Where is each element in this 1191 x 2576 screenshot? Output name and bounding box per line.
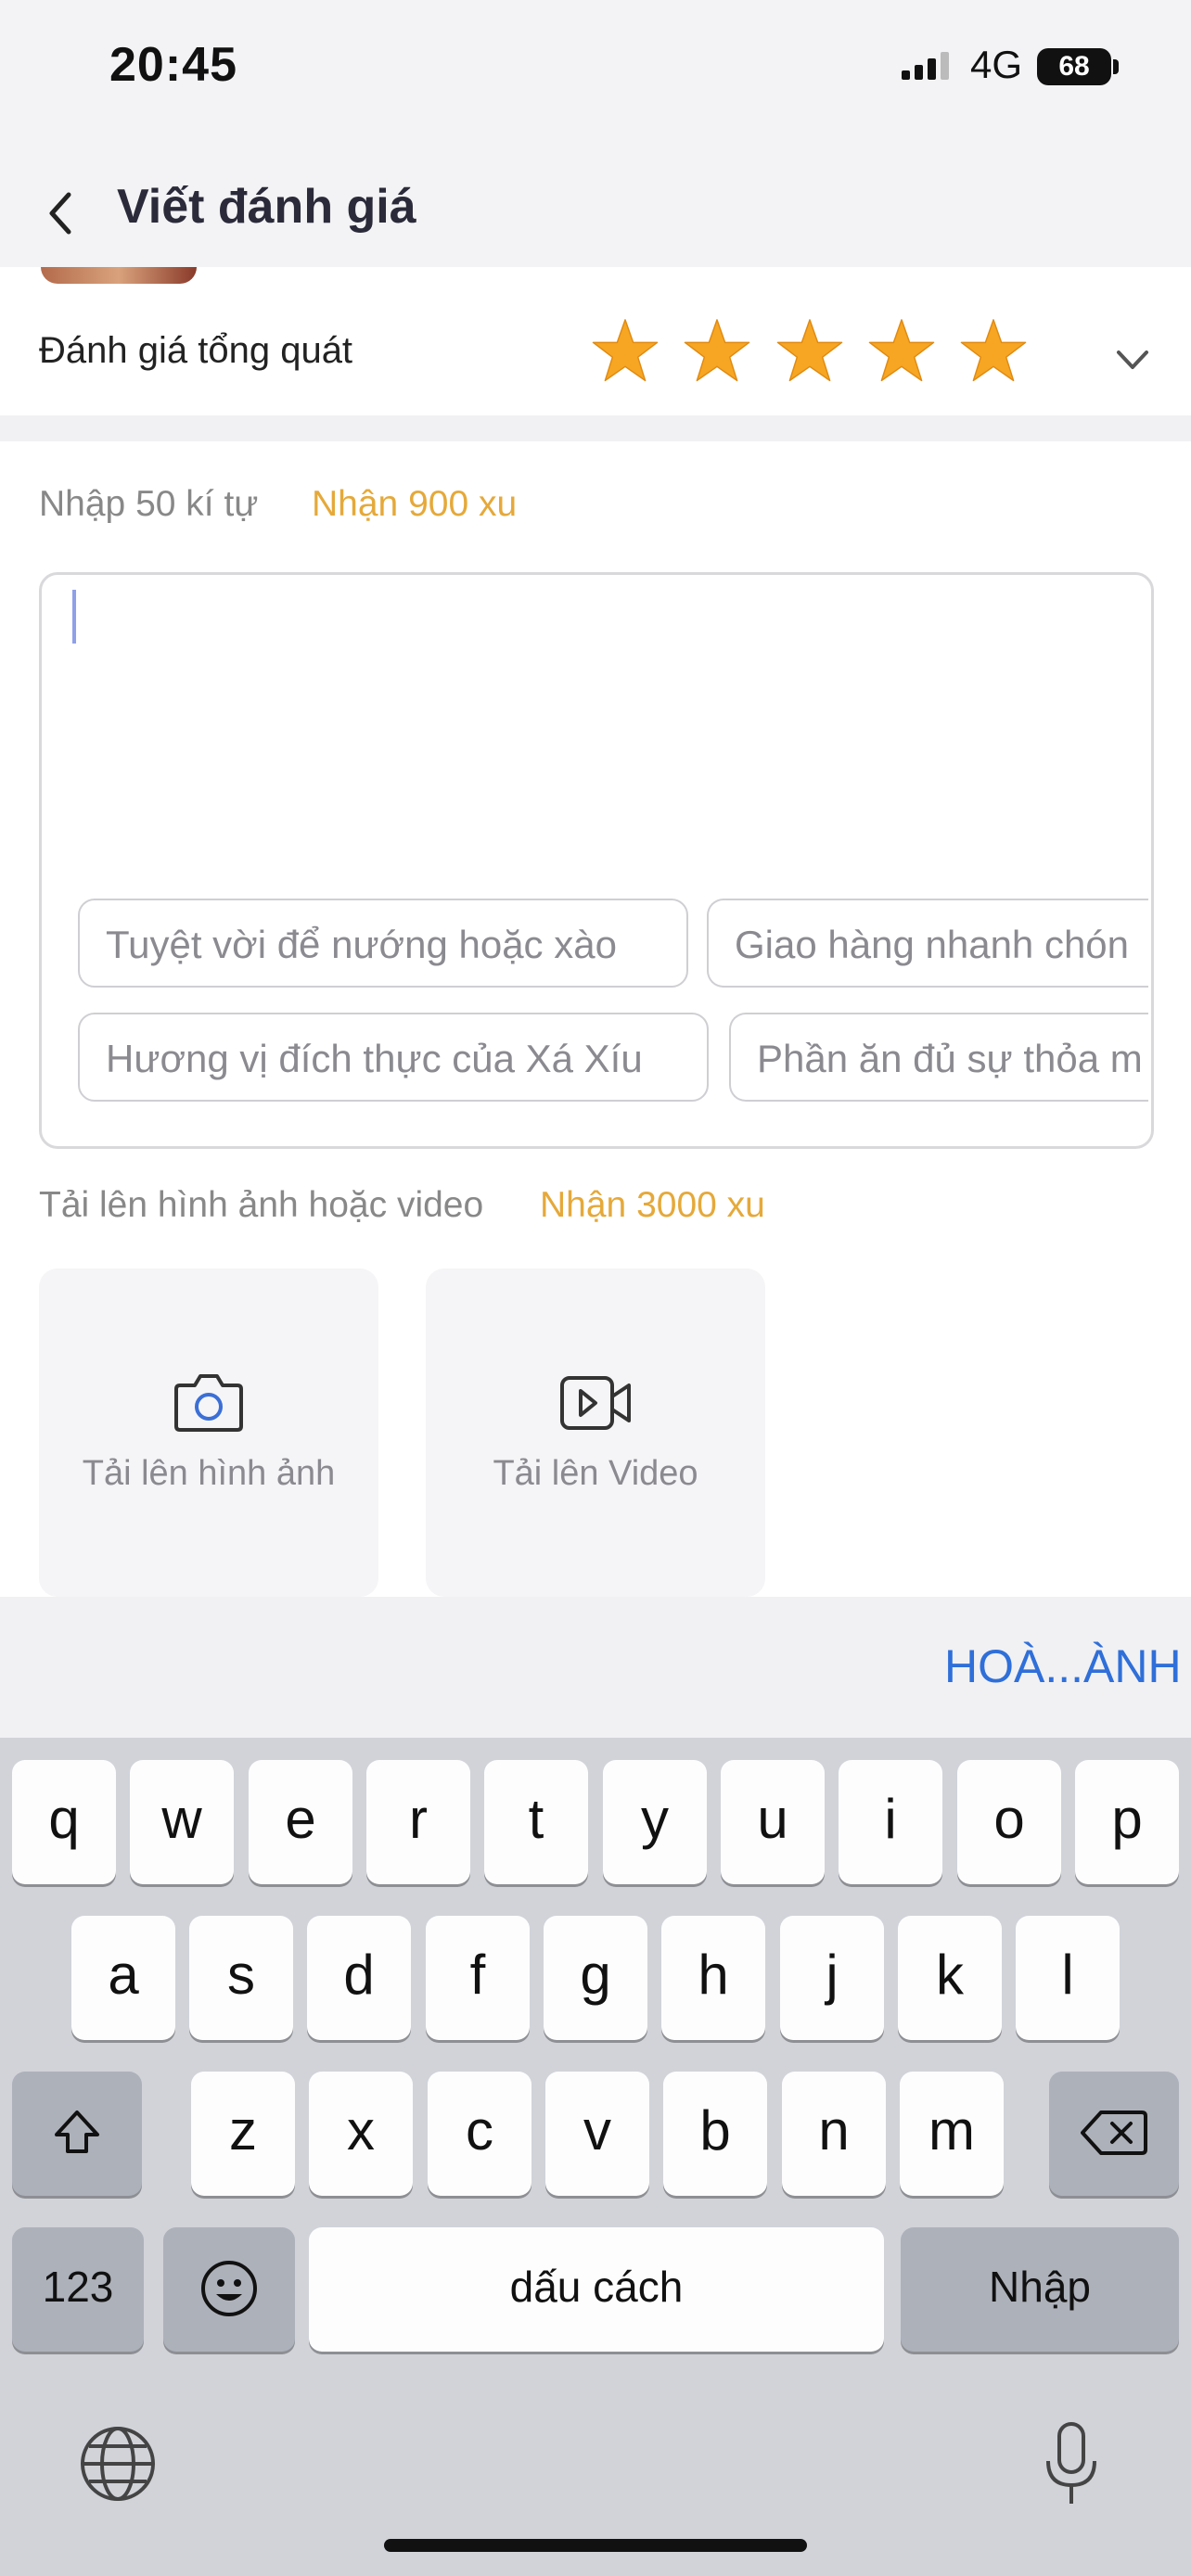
camera-icon (174, 1374, 243, 1432)
star-icon[interactable] (776, 317, 843, 384)
suggestion-chip[interactable]: Hương vị đích thực của Xá Xíu (78, 1013, 709, 1102)
return-key[interactable]: Nhập (901, 2227, 1179, 2352)
star-icon[interactable] (868, 317, 935, 384)
backspace-icon (1081, 2111, 1147, 2155)
star-icon[interactable] (592, 317, 659, 384)
shift-icon (55, 2111, 99, 2153)
page-title: Viết đánh giá (117, 180, 416, 234)
star-icon[interactable] (960, 317, 1027, 384)
review-reward-label: Nhận 900 xu (312, 484, 518, 524)
key-w[interactable]: w (130, 1760, 234, 1884)
emoji-key[interactable] (163, 2227, 295, 2352)
suggestion-chip[interactable]: Tuyệt vời để nướng hoặc xào (78, 899, 688, 988)
space-key[interactable]: dấu cách (309, 2227, 884, 2352)
key-t[interactable]: t (484, 1760, 588, 1884)
key-l[interactable]: l (1016, 1916, 1120, 2040)
emoji-icon (201, 2261, 257, 2316)
char-requirement-hint: Nhập 50 kí tự (39, 484, 259, 524)
key-d[interactable]: d (307, 1916, 411, 2040)
key-u[interactable]: u (721, 1760, 825, 1884)
chevron-down-icon[interactable] (1113, 341, 1152, 378)
shift-key[interactable] (12, 2072, 142, 2196)
battery-icon: 68 (1037, 48, 1111, 85)
network-type: 4G (970, 43, 1023, 86)
key-i[interactable]: i (839, 1760, 942, 1884)
battery-cap (1113, 59, 1119, 74)
video-icon (560, 1376, 631, 1430)
home-indicator (384, 2539, 807, 2552)
key-m[interactable]: m (900, 2072, 1004, 2196)
key-e[interactable]: e (249, 1760, 352, 1884)
key-r[interactable]: r (366, 1760, 470, 1884)
key-q[interactable]: q (12, 1760, 116, 1884)
key-z[interactable]: z (191, 2072, 295, 2196)
key-x[interactable]: x (309, 2072, 413, 2196)
cellular-signal-icon (902, 52, 949, 80)
key-s[interactable]: s (189, 1916, 293, 2040)
star-icon[interactable] (684, 317, 750, 384)
key-g[interactable]: g (544, 1916, 647, 2040)
key-k[interactable]: k (898, 1916, 1002, 2040)
upload-reward-label: Nhận 3000 xu (540, 1185, 765, 1225)
key-c[interactable]: c (428, 2072, 531, 2196)
overall-rating-label: Đánh giá tổng quát (39, 330, 353, 371)
product-thumbnail (41, 267, 197, 284)
key-f[interactable]: f (426, 1916, 530, 2040)
suggestion-chip[interactable]: Giao hàng nhanh chón (707, 899, 1148, 988)
back-arrow-icon[interactable] (37, 185, 83, 241)
globe-icon[interactable] (78, 2424, 158, 2504)
key-o[interactable]: o (957, 1760, 1061, 1884)
key-p[interactable]: p (1075, 1760, 1179, 1884)
key-y[interactable]: y (603, 1760, 707, 1884)
backspace-key[interactable] (1049, 2072, 1179, 2196)
key-n[interactable]: n (782, 2072, 886, 2196)
microphone-icon[interactable] (1043, 2420, 1100, 2507)
suggestion-chip[interactable]: Phần ăn đủ sự thỏa m (729, 1013, 1148, 1102)
key-a[interactable]: a (71, 1916, 175, 2040)
key-h[interactable]: h (661, 1916, 765, 2040)
done-button[interactable]: HOÀ...ÀNH (944, 1639, 1182, 1693)
upload-hint: Tải lên hình ảnh hoặc video (39, 1185, 484, 1225)
numbers-key[interactable]: 123 (12, 2227, 144, 2352)
upload-photo-label: Tải lên hình ảnh (82, 1454, 336, 1493)
key-b[interactable]: b (663, 2072, 767, 2196)
status-time: 20:45 (109, 38, 237, 92)
text-caret (72, 590, 76, 644)
upload-video-label: Tải lên Video (493, 1454, 698, 1493)
key-v[interactable]: v (545, 2072, 649, 2196)
key-j[interactable]: j (780, 1916, 884, 2040)
